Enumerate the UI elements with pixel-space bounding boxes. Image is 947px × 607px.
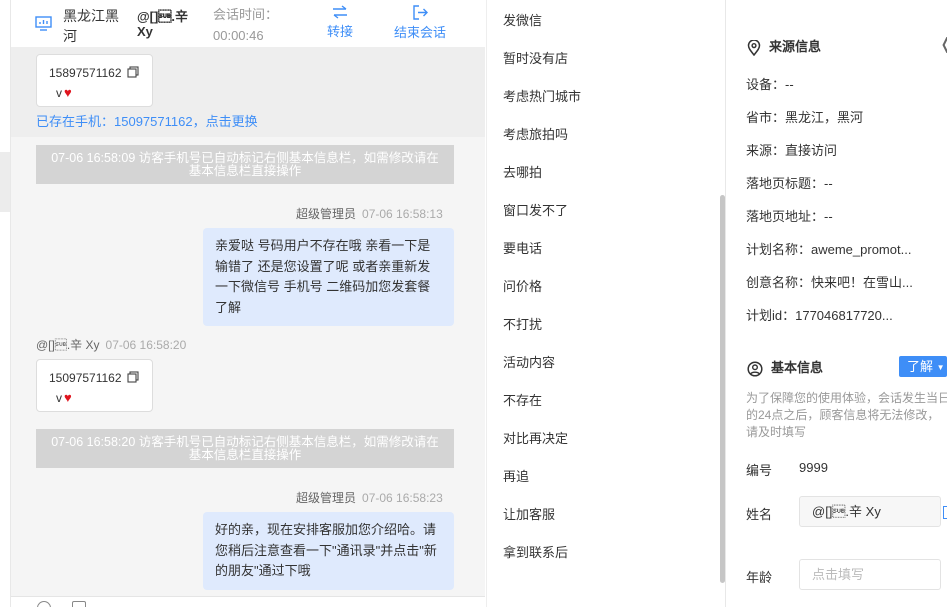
source-row-source: 来源：直接访问 bbox=[746, 143, 838, 158]
emoji-icon[interactable] bbox=[37, 601, 51, 607]
copy-icon[interactable] bbox=[127, 371, 139, 383]
source-row-plan-id: 计划id：177046817720... bbox=[746, 308, 893, 323]
message-list[interactable]: 15897571162 v ♥ 已存在手机：15097571162，点击更换 0… bbox=[11, 48, 485, 596]
sender-name: 超级管理员 bbox=[296, 207, 357, 221]
id-value: 9999 bbox=[799, 460, 828, 475]
transfer-button[interactable]: 转接 bbox=[310, 5, 370, 40]
sender-name: 超级管理员 bbox=[296, 491, 357, 505]
image-icon[interactable] bbox=[72, 601, 86, 607]
learn-more-label: 了解 bbox=[907, 359, 934, 374]
chat-toolbar bbox=[11, 596, 485, 607]
quick-reply-item[interactable]: 不打扰 bbox=[503, 314, 542, 333]
session-time-label: 会话时间： bbox=[213, 7, 279, 22]
message-meta: 超级管理员 07-06 16:58:13 bbox=[296, 205, 443, 222]
visitor-region: 黑龙江黑河 bbox=[63, 8, 119, 44]
phone-number: 15897571162 bbox=[49, 66, 122, 80]
exit-icon bbox=[413, 5, 428, 20]
quick-reply-item[interactable]: 考虑热门城市 bbox=[503, 86, 581, 105]
card-v-text: v bbox=[56, 86, 62, 100]
quick-reply-item[interactable]: 让加客服 bbox=[503, 504, 555, 523]
id-label: 编号 bbox=[746, 463, 773, 478]
transfer-label: 转接 bbox=[326, 24, 353, 39]
system-notice: 07-06 16:58:09 访客手机号已自动标记右侧基本信息栏，如需修改请在基… bbox=[36, 145, 454, 184]
phone-number: 15097571162 bbox=[49, 371, 122, 385]
quick-reply-item[interactable]: 去哪拍 bbox=[503, 162, 542, 181]
learn-more-dropdown[interactable]: 了解 ▼ bbox=[899, 356, 947, 377]
heart-icon: ♥ bbox=[64, 85, 72, 100]
info-notice: 为了保障您的使用体验，会话发生当日的24点之后，顾客信息将无法修改，请及时填写 bbox=[746, 391, 947, 439]
quick-reply-item[interactable]: 发微信 bbox=[503, 10, 542, 29]
quick-reply-item[interactable]: 要电话 bbox=[503, 238, 542, 257]
customer-info-panel: 来源信息 ❬ 设备：-- 省市：黑龙江，黑河 来源：直接访问 落地页标题：-- … bbox=[727, 0, 947, 607]
quick-reply-item[interactable]: 问价格 bbox=[503, 276, 542, 295]
user-circle-icon bbox=[747, 361, 763, 377]
chat-header: 黑龙江黑河 @[].辛 Xy 会话时间： 00:00:46 转接 结束会话 bbox=[11, 0, 485, 48]
quick-reply-item[interactable]: 不存在 bbox=[503, 390, 542, 409]
source-row-landing-url: 落地页地址：-- bbox=[746, 209, 833, 224]
quick-reply-item[interactable]: 暂时没有店 bbox=[503, 48, 568, 67]
card-v-text: v bbox=[56, 391, 62, 405]
source-row-landing-title: 落地页标题：-- bbox=[746, 176, 833, 191]
edit-icon[interactable] bbox=[943, 506, 947, 519]
quick-reply-item[interactable]: 考虑旅拍吗 bbox=[503, 124, 568, 143]
location-pin-icon bbox=[747, 39, 761, 56]
quick-reply-scrollbar[interactable] bbox=[720, 195, 725, 583]
source-row-plan-name: 计划名称：aweme_promot... bbox=[746, 242, 912, 257]
source-row-creative-name: 创意名称：快来吧！在雪山... bbox=[746, 275, 913, 290]
quick-reply-item[interactable]: 活动内容 bbox=[503, 352, 555, 371]
visitor-nickname: @[].辛 Xy bbox=[137, 9, 188, 39]
copy-icon[interactable] bbox=[127, 66, 139, 78]
phone-card: 15097571162 v ♥ bbox=[36, 359, 153, 412]
agent-message-bubble: 好的亲，现在安排客服加您介绍哈。请您稍后注意查看一下"通讯录"并点击"新的朋友"… bbox=[203, 512, 454, 590]
quick-reply-item[interactable]: 窗口发不了 bbox=[503, 200, 568, 219]
basic-info-header: 基本信息 bbox=[747, 357, 823, 377]
sender-name: @[].辛 Xy bbox=[36, 338, 100, 352]
quick-reply-item[interactable]: 拿到联系后 bbox=[503, 542, 568, 561]
source-row-province: 省市：黑龙江，黑河 bbox=[746, 110, 864, 125]
message-time: 07-06 16:58:13 bbox=[362, 207, 443, 221]
end-session-button[interactable]: 结束会话 bbox=[390, 5, 450, 41]
message-time: 07-06 16:58:23 bbox=[362, 491, 443, 505]
session-time-value: 00:00:46 bbox=[213, 28, 264, 43]
source-info-title: 来源信息 bbox=[769, 39, 822, 54]
caret-down-icon: ▼ bbox=[936, 363, 945, 373]
left-edge-strip bbox=[0, 0, 11, 607]
message-meta: @[].辛 Xy 07-06 16:58:20 bbox=[36, 336, 186, 353]
phone-card: 15897571162 v ♥ bbox=[36, 54, 153, 107]
end-session-label: 结束会话 bbox=[393, 25, 446, 40]
agent-message-bubble: 亲爱哒 号码用户不存在哦 亲看一下是输错了 还是您设置了呢 或者亲重新发一下微信… bbox=[203, 228, 454, 326]
chevron-left-icon[interactable]: ❬ bbox=[939, 34, 947, 54]
existing-phone-link[interactable]: 已存在手机：15097571162，点击更换 bbox=[36, 111, 258, 130]
name-field[interactable]: @[].辛 Xy bbox=[799, 496, 941, 527]
heart-icon: ♥ bbox=[64, 390, 72, 405]
collapsed-tab[interactable] bbox=[0, 152, 10, 212]
system-notice: 07-06 16:58:20 访客手机号已自动标记右侧基本信息栏，如需修改请在基… bbox=[36, 429, 454, 468]
age-input[interactable]: 点击填写 bbox=[799, 559, 941, 590]
transfer-arrows-icon bbox=[333, 5, 347, 19]
app-root: 黑龙江黑河 @[].辛 Xy 会话时间： 00:00:46 转接 结束会话 bbox=[0, 0, 947, 607]
message-meta: 超级管理员 07-06 16:58:23 bbox=[296, 489, 443, 506]
source-info-header: 来源信息 bbox=[747, 36, 821, 56]
source-row-device: 设备：-- bbox=[746, 77, 794, 92]
quick-reply-item[interactable]: 再追 bbox=[503, 466, 529, 485]
message-time: 07-06 16:58:20 bbox=[105, 338, 187, 352]
monitor-chart-icon bbox=[35, 16, 52, 31]
basic-info-title: 基本信息 bbox=[771, 360, 824, 375]
quick-reply-item[interactable]: 对比再决定 bbox=[503, 428, 568, 447]
name-label: 姓名 bbox=[746, 507, 773, 522]
quick-reply-panel: 发微信 暂时没有店 考虑热门城市 考虑旅拍吗 去哪拍 窗口发不了 要电话 问价格… bbox=[486, 0, 726, 607]
chat-panel: 黑龙江黑河 @[].辛 Xy 会话时间： 00:00:46 转接 结束会话 bbox=[11, 0, 485, 607]
age-label: 年龄 bbox=[746, 570, 773, 585]
